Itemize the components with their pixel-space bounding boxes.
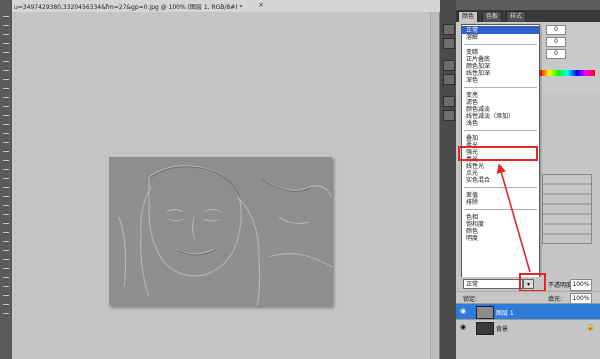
eye-icon[interactable]: ◉ [460, 324, 468, 331]
tool-button[interactable] [3, 259, 9, 260]
layer-thumbnail [476, 322, 494, 335]
blend-option[interactable]: 变亮 [466, 92, 478, 99]
blend-option[interactable]: 线性加深 [466, 70, 490, 77]
tool-button[interactable] [3, 16, 9, 17]
blend-option[interactable]: 正常 [466, 27, 478, 34]
blend-separator [464, 187, 537, 188]
blend-option[interactable]: 浅色 [466, 120, 478, 127]
tool-button[interactable] [3, 61, 9, 62]
tool-button[interactable] [3, 124, 9, 125]
blend-option[interactable]: 明度 [466, 235, 478, 242]
vertical-scrollbar[interactable] [430, 12, 439, 359]
highlight-overlay-box [458, 146, 538, 161]
blend-option[interactable]: 差值 [466, 192, 478, 199]
tool-button[interactable] [3, 133, 9, 134]
tool-button[interactable] [3, 277, 9, 278]
tool-button[interactable] [3, 223, 9, 224]
tool-button[interactable] [3, 250, 9, 251]
highlight-dropdown-box [519, 273, 546, 292]
color-panel-tabs: 颜色 色板 样式 [456, 10, 600, 23]
layer-row-background[interactable]: ◉ 背景 🔒 [456, 319, 600, 335]
layers-panel-grid [542, 174, 592, 244]
lock-label: 锁定: [463, 296, 478, 303]
tool-button[interactable] [3, 25, 9, 26]
green-value-field[interactable]: 0 [546, 37, 566, 47]
blend-option[interactable]: 滤色 [466, 99, 478, 106]
tool-button[interactable] [3, 169, 9, 170]
tool-button[interactable] [3, 151, 9, 152]
tool-button[interactable] [3, 34, 9, 35]
tool-button[interactable] [3, 106, 9, 107]
red-value-field[interactable]: 0 [546, 25, 566, 35]
blend-option[interactable]: 排除 [466, 199, 478, 206]
dock-button[interactable] [443, 96, 455, 107]
tool-button[interactable] [3, 88, 9, 89]
tool-button[interactable] [3, 214, 9, 215]
blend-option[interactable]: 色相 [466, 214, 478, 221]
tool-button[interactable] [3, 70, 9, 71]
layer-thumbnail [476, 306, 494, 319]
dock-button[interactable] [443, 74, 455, 85]
blend-option[interactable]: 颜色 [466, 228, 478, 235]
tool-button[interactable] [3, 241, 9, 242]
blend-option[interactable]: 线性光 [466, 163, 484, 170]
tool-button[interactable] [3, 268, 9, 269]
tool-button[interactable] [3, 115, 9, 116]
tool-button[interactable] [3, 160, 9, 161]
dock-button[interactable] [443, 24, 455, 35]
tool-button[interactable] [3, 196, 9, 197]
blue-value-field[interactable]: 0 [546, 49, 566, 59]
tool-button[interactable] [3, 295, 9, 296]
tool-button[interactable] [3, 178, 9, 179]
tool-button[interactable] [3, 43, 9, 44]
blend-option[interactable]: 颜色减淡 [466, 106, 490, 113]
blend-option[interactable]: 饱和度 [466, 221, 484, 228]
color-spectrum-bar[interactable] [540, 70, 595, 76]
blend-separator [464, 87, 537, 88]
blend-option[interactable]: 溶解 [466, 34, 478, 41]
blend-option[interactable]: 实色混合 [466, 177, 490, 184]
tool-button[interactable] [3, 313, 9, 314]
dock-button[interactable] [443, 38, 455, 49]
blend-mode-select[interactable]: 正常 [463, 279, 523, 289]
tool-button[interactable] [3, 304, 9, 305]
tool-button[interactable] [3, 205, 9, 206]
canvas-image [109, 157, 332, 306]
layer-name: 图层 1 [496, 310, 514, 317]
lock-icon: 🔒 [586, 323, 595, 331]
blend-option[interactable]: 线性减淡（添加） [466, 113, 514, 120]
layer-name: 背景 [496, 326, 509, 333]
blend-separator [464, 44, 537, 45]
blend-option[interactable]: 颜色加深 [466, 63, 490, 70]
panel-dock-column [440, 0, 456, 359]
eye-icon[interactable]: ◉ [460, 308, 468, 315]
tool-button[interactable] [3, 79, 9, 80]
blend-option[interactable]: 叠加 [466, 135, 478, 142]
blend-option[interactable]: 变暗 [466, 49, 478, 56]
blend-option[interactable]: 正片叠底 [466, 56, 490, 63]
dock-button[interactable] [443, 110, 455, 121]
blend-option[interactable]: 深色 [466, 77, 478, 84]
dock-button[interactable] [443, 60, 455, 71]
tool-button[interactable] [3, 232, 9, 233]
fill-label: 填充: [548, 296, 563, 303]
tool-button[interactable] [3, 52, 9, 53]
embossed-photo-drawing [109, 157, 332, 306]
tool-button[interactable] [3, 286, 9, 287]
tool-button[interactable] [3, 187, 9, 188]
layer-row-layer1[interactable]: ◉ 图层 1 [456, 303, 600, 319]
close-tab-icon[interactable]: × [257, 0, 265, 11]
tool-button[interactable] [3, 97, 9, 98]
tool-button[interactable] [3, 142, 9, 143]
opacity-input[interactable]: 100% [570, 279, 592, 291]
document-title: u=3497429380,3320456334&fm=27&gp=0.jpg @… [14, 4, 243, 11]
blend-option[interactable]: 点光 [466, 170, 478, 177]
blend-separator [464, 130, 537, 131]
blend-separator [464, 209, 537, 210]
